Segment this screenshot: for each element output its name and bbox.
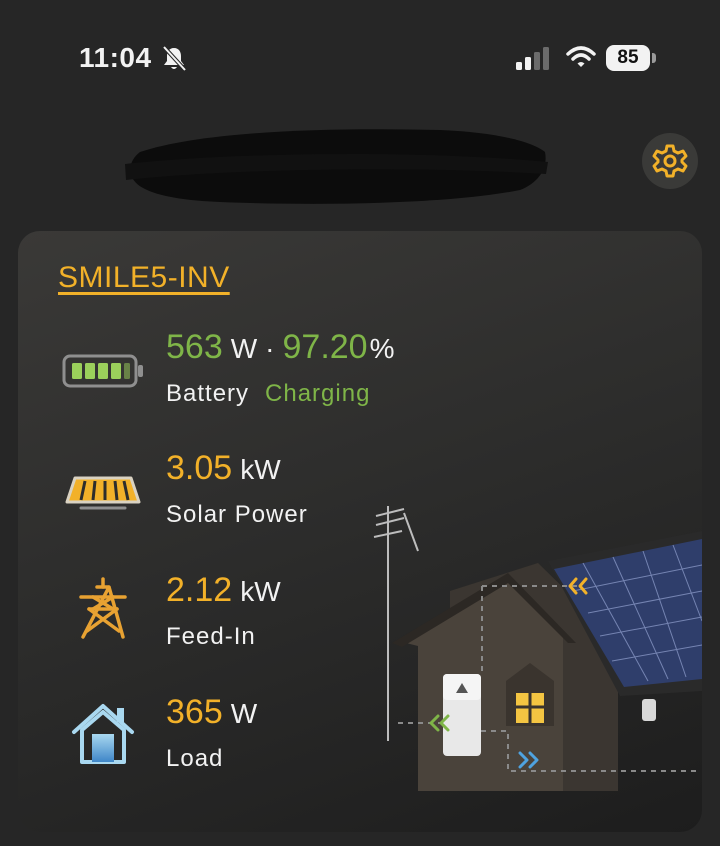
feed-in-values: 2.12 kW (166, 571, 281, 610)
battery-level-text: 85 (606, 45, 650, 71)
solar-label: Solar Power (166, 501, 308, 528)
load-value: 365 (166, 693, 223, 731)
battery-power-unit: W (230, 333, 258, 364)
bell-slash-icon (162, 45, 187, 72)
battery-status: 85 (606, 45, 656, 71)
signal-icon (516, 47, 549, 70)
feed-in-unit: kW (240, 576, 281, 607)
redacted-title (125, 129, 548, 204)
device-name-link[interactable]: SMILE5-INV (58, 261, 230, 295)
load-label: Load (166, 745, 224, 772)
battery-status: Charging (265, 380, 371, 407)
settings-button[interactable] (642, 133, 698, 189)
power-tower-icon (58, 573, 148, 643)
battery-icon (58, 336, 148, 406)
battery-values: 563 W · 97.20% (166, 328, 395, 367)
feed-in-value: 2.12 (166, 571, 233, 609)
battery-power-value: 563 (166, 328, 223, 366)
utility-pole (373, 506, 419, 741)
house-with-solar-roof-illustration (373, 506, 702, 791)
gear-icon (652, 144, 688, 178)
load-values: 365 W (166, 693, 257, 732)
solar-panel-icon (58, 457, 148, 527)
separator: · (265, 333, 275, 364)
feed-in-label: Feed-In (166, 623, 256, 650)
battery-nub (652, 53, 656, 63)
wifi-icon (566, 46, 596, 67)
house-icon (58, 698, 148, 768)
status-time: 11:04 (79, 42, 152, 73)
solar-value: 3.05 (166, 449, 233, 487)
solar-values: 3.05 kW (166, 449, 281, 488)
load-unit: W (230, 698, 258, 729)
battery-label-row: Battery Charging (166, 380, 370, 408)
device-card[interactable]: SMILE5-INV 563 W · 97.20% Battery Charging (18, 231, 702, 832)
solar-unit: kW (240, 454, 281, 485)
battery-soc-unit: % (369, 333, 395, 364)
battery-label: Battery (166, 380, 250, 407)
battery-metric: 563 W · 97.20% Battery Charging (18, 328, 478, 428)
battery-soc-value: 97.20 (282, 328, 368, 366)
